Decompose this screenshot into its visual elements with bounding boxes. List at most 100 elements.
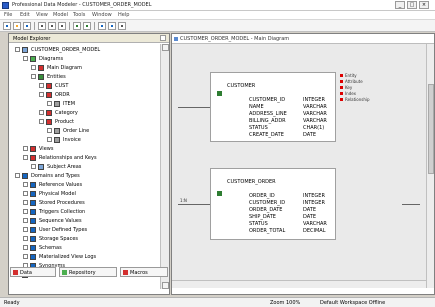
expand-icon[interactable] [23,146,28,151]
expand-icon[interactable] [23,155,28,160]
tree-scrollbar[interactable] [160,44,169,289]
tree-item[interactable]: Category [9,109,159,117]
relationship-line[interactable] [402,204,420,205]
tree-item[interactable]: Main Diagram [9,64,159,72]
tab-macros[interactable]: Macros [120,267,168,277]
tree-node-icon [46,83,52,89]
expand-icon[interactable] [39,119,44,124]
expand-icon[interactable] [47,101,52,106]
tree-item[interactable]: Sequence Values [9,217,159,225]
diagram-horizontal-scrollbar[interactable] [172,280,426,288]
zoom-in-icon[interactable] [98,22,106,30]
model-tree[interactable]: CUSTOMER_ORDER_MODEL Diagrams Main Diagram… [9,46,159,291]
tree-item[interactable]: Physical Model [9,190,159,198]
open-icon[interactable] [13,22,21,30]
expand-icon[interactable] [39,83,44,88]
menu-model[interactable]: Model [53,12,68,18]
save-icon[interactable] [23,22,31,30]
print-icon[interactable] [118,22,126,30]
expand-icon[interactable] [39,92,44,97]
tab-data[interactable]: Data [10,267,56,277]
paste-icon[interactable] [58,22,66,30]
tree-item[interactable]: Order Line [9,127,159,135]
diagram-canvas[interactable]: CUSTOMER CUSTOMER_ID NAME ADDRESS_LINE B… [172,44,426,288]
expand-icon[interactable] [15,47,20,52]
expand-icon[interactable] [23,182,28,187]
expand-icon[interactable] [47,128,52,133]
expand-icon[interactable] [23,56,28,61]
expand-icon[interactable] [31,164,36,169]
expand-icon[interactable] [23,191,28,196]
entity-card-customer-order[interactable]: CUSTOMER_ORDER ORDER_ID CUSTOMER_ID ORDE… [210,168,336,240]
menu-tools[interactable]: Tools [73,12,85,18]
menu-help[interactable]: Help [118,12,129,18]
tree-node-icon [30,209,36,215]
tree-item[interactable]: Views [9,145,159,153]
tree-item[interactable]: CUST [9,82,159,90]
panel-close-icon[interactable] [160,35,166,41]
tree-item[interactable]: Materialized View Logs [9,253,159,261]
tree-item[interactable]: Invoice [9,136,159,144]
expand-icon[interactable] [23,209,28,214]
tree-item[interactable]: ITEM [9,100,159,108]
tree-item[interactable]: Relationships and Keys [9,154,159,162]
menu-file[interactable]: File [4,12,12,18]
tree-item[interactable]: Product [9,118,159,126]
cut-icon[interactable] [38,22,46,30]
maximize-button[interactable]: □ [407,1,417,9]
menu-bar: File Edit View Model Tools Window Help [0,11,435,20]
scroll-up-icon[interactable] [162,44,169,51]
expand-icon[interactable] [31,65,36,70]
tree-item[interactable]: CUSTOMER_ORDER_MODEL [9,46,159,54]
redo-icon[interactable] [83,22,91,30]
diagram-vertical-scrollbar[interactable] [426,44,434,288]
new-icon[interactable] [3,22,11,30]
relationship-label: 1:N [180,198,187,203]
scroll-thumb[interactable] [428,84,434,174]
menu-view[interactable]: View [36,12,48,18]
expand-icon[interactable] [47,137,52,142]
tree-item[interactable]: Domains and Types [9,172,159,180]
tree-node-icon [30,146,36,152]
minimize-button[interactable]: _ [395,1,405,9]
tree-item[interactable]: Schemas [9,244,159,252]
tree-node-icon [30,245,36,251]
tree-item[interactable]: Triggers Collection [9,208,159,216]
expand-icon[interactable] [31,74,36,79]
field-name: STATUS [249,125,268,131]
tree-item[interactable]: Storage Spaces [9,235,159,243]
expand-icon[interactable] [23,236,28,241]
side-label: Entity [345,73,357,78]
zoom-out-icon[interactable] [108,22,116,30]
tree-item-label: Invoice [63,137,81,143]
field-type: CHAR(1) [303,125,325,131]
scroll-down-icon[interactable] [162,282,169,289]
tree-item[interactable]: ORDR [9,91,159,99]
copy-icon[interactable] [48,22,56,30]
tree-item[interactable]: Subject Areas [9,163,159,171]
menu-edit[interactable]: Edit [20,12,30,18]
undo-icon[interactable] [73,22,81,30]
diagram-title: CUSTOMER_ORDER_MODEL - Main Diagram [180,36,290,42]
tree-item-label: Triggers Collection [39,209,86,215]
relationship-line[interactable] [178,107,210,108]
tab-repository[interactable]: Repository [59,267,117,277]
marker-icon [340,98,343,101]
field-type: DATE [303,132,317,138]
menu-window[interactable]: Window [92,12,112,18]
expand-icon[interactable] [23,218,28,223]
relationship-line[interactable] [178,204,210,205]
expand-icon[interactable] [39,110,44,115]
tree-item[interactable]: Entities [9,73,159,81]
expand-icon[interactable] [23,254,28,259]
tree-item[interactable]: Diagrams [9,55,159,63]
tree-item[interactable]: User Defined Types [9,226,159,234]
tree-item[interactable]: Stored Procedures [9,199,159,207]
expand-icon[interactable] [15,173,20,178]
expand-icon[interactable] [23,245,28,250]
tree-item[interactable]: Reference Values [9,181,159,189]
close-button[interactable]: × [419,1,429,9]
expand-icon[interactable] [23,227,28,232]
entity-card-customer[interactable]: CUSTOMER CUSTOMER_ID NAME ADDRESS_LINE B… [210,72,336,142]
expand-icon[interactable] [23,200,28,205]
